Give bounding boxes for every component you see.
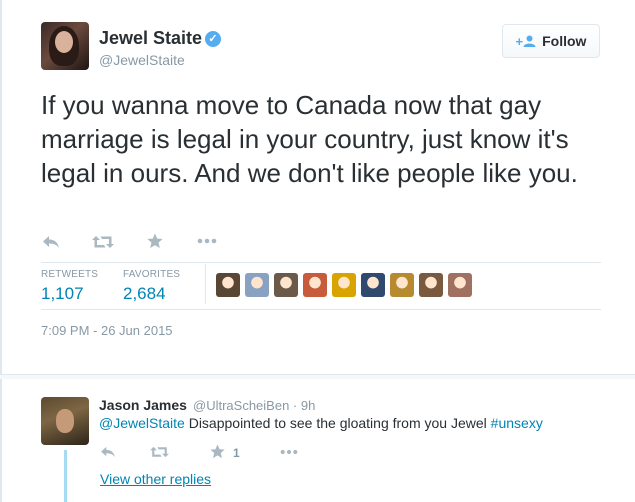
favorites-count[interactable]: 2,684 [123,284,166,304]
reply-text: @JewelStaite Disappointed to see the glo… [99,415,543,431]
left-border [0,0,2,502]
retweet-icon[interactable] [92,235,114,249]
reply-icon[interactable] [100,446,116,458]
reply-author-name[interactable]: Jason James [99,397,187,413]
favoriter-avatar[interactable] [448,273,472,297]
hashtag-link[interactable]: #unsexy [491,415,543,431]
reply-mention-link[interactable]: @JewelStaite [99,415,185,431]
tweet-timestamp[interactable]: 7:09 PM - 26 Jun 2015 [41,323,173,338]
favoriter-avatar[interactable] [419,273,443,297]
favorites-label: FAVORITES [123,269,181,280]
favoriter-avatar[interactable] [245,273,269,297]
favoriter-avatar[interactable] [274,273,298,297]
reply-icon[interactable] [42,235,60,249]
reply-favorite-count: 1 [233,446,240,460]
reply-author-handle[interactable]: @UltraScheiBen · 9h [193,398,315,413]
more-icon[interactable] [197,238,217,244]
view-other-replies-link[interactable]: View other replies [100,471,211,487]
reply-body: Disappointed to see the gloating from yo… [184,415,491,431]
more-icon[interactable] [280,449,298,455]
verified-badge-icon: ✓ [205,31,221,47]
tweet-text: If you wanna move to Canada now that gay… [41,90,578,188]
replies-separator [0,374,635,379]
favoriter-avatar[interactable] [303,273,327,297]
author-name[interactable]: Jewel Staite [99,28,202,49]
favoriter-avatar[interactable] [390,273,414,297]
add-user-icon: + [516,34,537,49]
conversation-thread-line [64,450,67,502]
favoriter-avatar[interactable] [332,273,356,297]
follow-label: Follow [542,33,587,49]
author-avatar[interactable] [41,22,89,70]
favorite-icon[interactable] [210,444,225,459]
favoriter-avatar[interactable] [216,273,240,297]
favoriter-avatar[interactable] [361,273,385,297]
author-handle[interactable]: @JewelStaite [99,52,185,68]
favorite-icon[interactable] [147,233,163,249]
reply-author-avatar[interactable] [41,397,89,445]
retweets-count[interactable]: 1,107 [41,284,84,304]
divider [41,309,601,310]
divider [205,264,206,304]
retweet-icon[interactable] [150,446,169,458]
retweets-label: RETWEETS [41,269,99,280]
divider [41,262,601,263]
follow-button[interactable]: + Follow [502,24,600,58]
favoriter-avatars [216,273,472,297]
